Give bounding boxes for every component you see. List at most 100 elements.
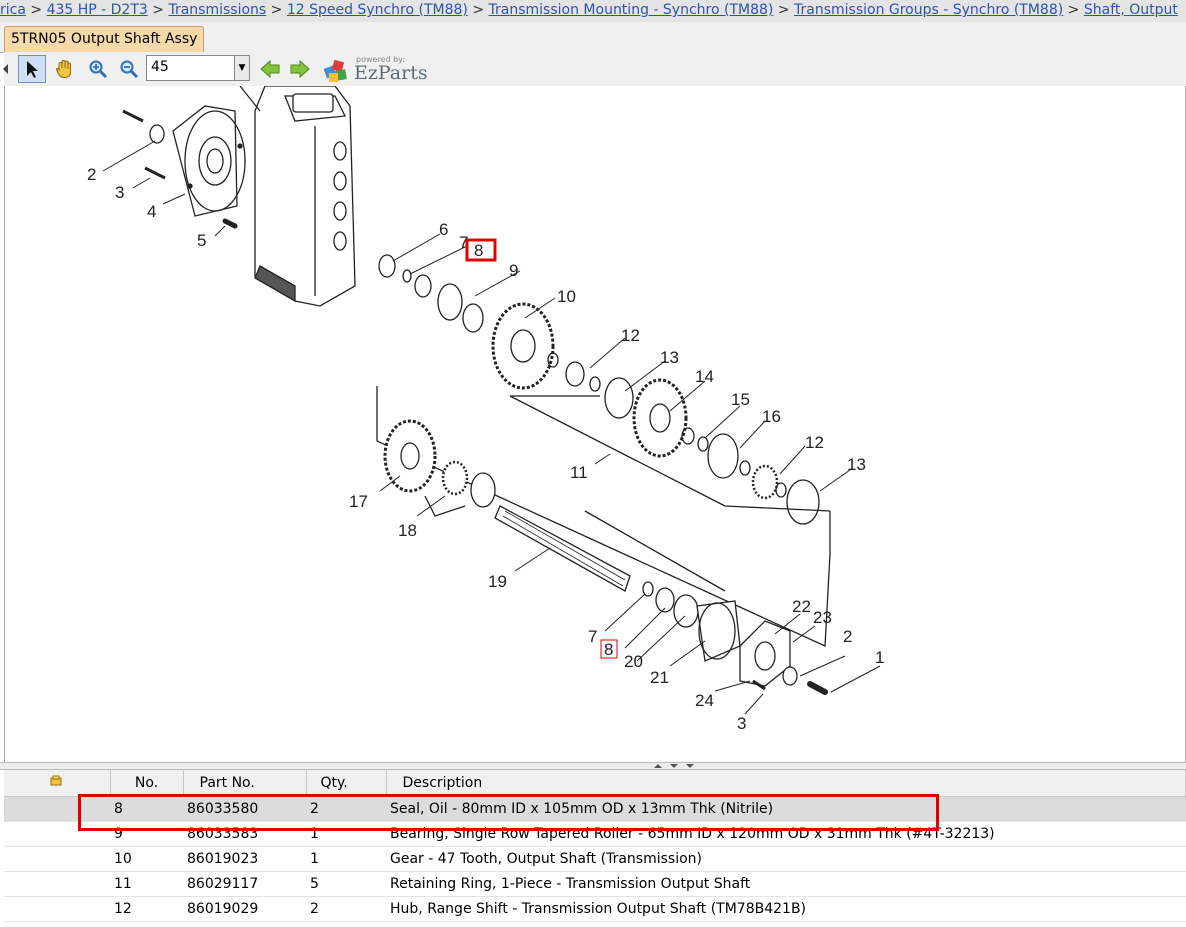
zoom-in-button[interactable]: [84, 55, 112, 83]
cart-cell[interactable]: [4, 846, 110, 872]
breadcrumb: rica > 435 HP - D2T3 > Transmissions > 1…: [0, 0, 1186, 22]
callout-21[interactable]: 21: [650, 668, 669, 687]
row-qty: 1: [306, 846, 386, 872]
breadcrumb-separator: >: [1067, 2, 1080, 18]
callout-6[interactable]: 6: [439, 220, 448, 239]
callout-8-highlighted[interactable]: 8: [474, 241, 483, 260]
row-no: 9: [110, 821, 183, 847]
row-part-no: 86033583: [183, 821, 306, 847]
callout-10[interactable]: 10: [557, 287, 576, 306]
table-row[interactable]: 8 86033580 2 Seal, Oil - 80mm ID x 105mm…: [4, 796, 1186, 822]
row-no: 12: [110, 896, 183, 922]
column-header-part-no[interactable]: Part No.: [183, 770, 307, 797]
row-part-no: 86019029: [183, 896, 306, 922]
row-qty: 5: [306, 871, 386, 897]
column-header-qty[interactable]: Qty.: [306, 770, 387, 797]
row-qty: 2: [306, 796, 386, 822]
callout-3[interactable]: 3: [115, 183, 124, 202]
panel-splitter-handle[interactable]: [0, 762, 1186, 770]
zoom-in-icon: [89, 60, 108, 79]
zoom-level-select[interactable]: 45 ▼: [146, 55, 250, 81]
column-header-description[interactable]: Description: [386, 770, 1186, 797]
callout-16[interactable]: 16: [762, 407, 781, 426]
cart-cell[interactable]: [4, 896, 110, 922]
callout-1[interactable]: 1: [875, 648, 884, 667]
flange-plate-drawing: [122, 105, 246, 229]
cart-cell[interactable]: [4, 796, 110, 822]
upper-gear-train-drawing: [376, 254, 831, 647]
ezparts-logo: powered by: EzParts: [322, 53, 434, 85]
forward-arrow-icon: [290, 59, 310, 79]
callout-22[interactable]: 22: [792, 597, 811, 616]
back-button[interactable]: [256, 55, 284, 83]
row-part-no: 86033580: [183, 796, 306, 822]
row-part-no: 86019023: [183, 846, 306, 872]
exploded-diagram-panel[interactable]: 1 2 2 3 3 4 5 6 7 7 8 8 9 10 11 12 12 13…: [4, 86, 1186, 762]
back-arrow-icon: [260, 59, 280, 79]
callout-19[interactable]: 19: [488, 572, 507, 591]
cart-cell[interactable]: [4, 821, 110, 847]
row-part-no: 86029117: [183, 871, 306, 897]
callout-13[interactable]: 13: [847, 455, 866, 474]
table-row[interactable]: 12 86019029 2 Hub, Range Shift - Transmi…: [4, 896, 1186, 922]
exploded-parts-diagram: 1 2 2 3 3 4 5 6 7 7 8 8 9 10 11 12 12 13…: [87, 86, 884, 733]
breadcrumb-link-groups[interactable]: Transmission Groups - Synchro (TM88): [794, 2, 1063, 18]
callout-7[interactable]: 7: [588, 627, 597, 646]
zoom-out-button[interactable]: [115, 55, 143, 83]
select-arrow-icon: [27, 61, 38, 78]
breadcrumb-link-mounting[interactable]: Transmission Mounting - Synchro (TM88): [489, 2, 774, 18]
callout-2[interactable]: 2: [843, 627, 852, 646]
transmission-housing-drawing: [239, 86, 356, 307]
ezparts-logo-icon: [323, 59, 347, 82]
callout-18[interactable]: 18: [398, 521, 417, 540]
callout-20[interactable]: 20: [624, 652, 643, 671]
breadcrumb-link-transmissions[interactable]: Transmissions: [168, 2, 266, 18]
callout-15[interactable]: 15: [731, 390, 750, 409]
callout-11[interactable]: 11: [570, 463, 588, 482]
callout-9[interactable]: 9: [509, 261, 518, 280]
row-no: 8: [110, 796, 183, 822]
pan-tool-button[interactable]: [50, 55, 78, 83]
row-description: Hub, Range Shift - Transmission Output S…: [386, 896, 1186, 922]
callout-12[interactable]: 12: [621, 326, 640, 345]
callout-3[interactable]: 3: [737, 714, 746, 733]
tab-strip: 5TRN05 Output Shaft Assy: [0, 22, 1186, 53]
cart-column-header[interactable]: [4, 770, 111, 797]
cart-cell[interactable]: [4, 871, 110, 897]
breadcrumb-link-shaft-output[interactable]: Shaft, Output: [1084, 2, 1178, 18]
callout-24[interactable]: 24: [695, 691, 714, 710]
tab-output-shaft-assy[interactable]: 5TRN05 Output Shaft Assy: [4, 26, 205, 53]
table-row[interactable]: 9 86033583 1 Bearing, Single Row Tapered…: [4, 821, 1186, 847]
breadcrumb-separator: >: [270, 2, 283, 18]
callout-5[interactable]: 5: [197, 231, 206, 250]
row-qty: 2: [306, 896, 386, 922]
chevron-down-icon[interactable]: ▼: [234, 56, 249, 80]
row-no: 11: [110, 871, 183, 897]
logo-name-text: EzParts: [354, 62, 428, 84]
breadcrumb-link-america[interactable]: rica: [0, 2, 26, 18]
breadcrumb-link-12-speed[interactable]: 12 Speed Synchro (TM88): [287, 2, 468, 18]
breadcrumb-link-435hp[interactable]: 435 HP - D2T3: [47, 2, 148, 18]
toolbar-scroll-left-button[interactable]: [0, 55, 12, 83]
shopping-cart-icon: [50, 775, 62, 786]
callout-4[interactable]: 4: [147, 202, 156, 221]
callout-14[interactable]: 14: [695, 367, 714, 386]
breadcrumb-separator: >: [777, 2, 790, 18]
forward-button[interactable]: [286, 55, 314, 83]
callout-2[interactable]: 2: [87, 165, 96, 184]
row-qty: 1: [306, 821, 386, 847]
callout-17[interactable]: 17: [349, 492, 368, 511]
callout-12[interactable]: 12: [805, 433, 824, 452]
callout-13[interactable]: 13: [660, 348, 679, 367]
table-row[interactable]: 10 86019023 1 Gear - 47 Tooth, Output Sh…: [4, 846, 1186, 872]
parts-list-table: No. Part No. Qty. Description 8 86033580…: [4, 770, 1186, 922]
zoom-out-icon: [120, 60, 139, 79]
callout-8[interactable]: 8: [604, 640, 613, 659]
callout-23[interactable]: 23: [813, 608, 832, 627]
table-row[interactable]: 11 86029117 5 Retaining Ring, 1-Piece - …: [4, 871, 1186, 897]
column-header-no[interactable]: No.: [110, 770, 184, 797]
caret-left-icon: [3, 64, 8, 74]
breadcrumb-separator: >: [152, 2, 164, 18]
select-tool-button[interactable]: [18, 55, 46, 83]
breadcrumb-separator: >: [30, 2, 43, 18]
